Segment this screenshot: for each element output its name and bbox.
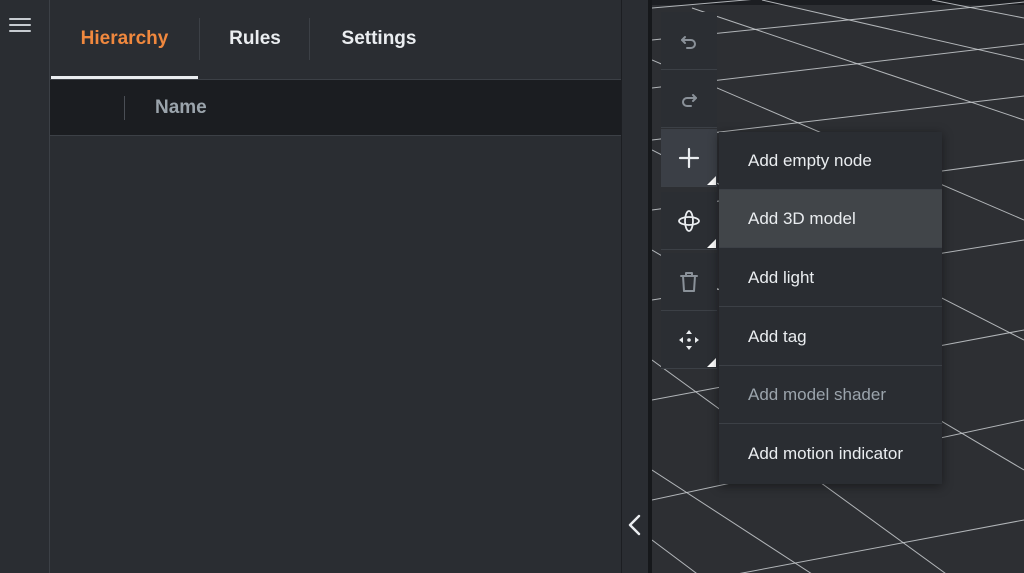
dropdown-corner-indicator bbox=[707, 176, 716, 185]
dropdown-corner-indicator bbox=[707, 239, 716, 248]
undo-button[interactable] bbox=[661, 12, 717, 70]
collapse-panel-button[interactable] bbox=[624, 508, 646, 542]
delete-icon bbox=[680, 272, 698, 292]
redo-button[interactable] bbox=[661, 70, 717, 128]
tab-rules[interactable]: Rules bbox=[200, 0, 310, 80]
menu-item-add-motion-indicator[interactable]: Add motion indicator bbox=[719, 425, 942, 483]
hierarchy-table-body bbox=[50, 137, 621, 573]
chevron-left-icon bbox=[628, 514, 641, 536]
menu-item-add-empty-node[interactable]: Add empty node bbox=[719, 132, 942, 190]
menu-item-add-model-shader: Add model shader bbox=[719, 366, 942, 424]
panel-splitter[interactable] bbox=[621, 0, 653, 573]
left-rail bbox=[0, 0, 50, 573]
menu-item-add-tag[interactable]: Add tag bbox=[719, 308, 942, 366]
tab-hierarchy[interactable]: Hierarchy bbox=[51, 0, 198, 80]
viewport-toolbar bbox=[661, 12, 717, 369]
orbit-camera-button[interactable] bbox=[661, 192, 717, 250]
menu-icon[interactable] bbox=[9, 16, 31, 34]
undo-icon bbox=[681, 36, 696, 49]
scene-composer: Hierarchy Rules Settings Name Add empty … bbox=[0, 0, 1024, 573]
delete-button[interactable] bbox=[661, 253, 717, 311]
hierarchy-table-header: Name bbox=[50, 80, 621, 136]
add-object-button[interactable] bbox=[661, 129, 717, 187]
menu-item-add-3d-model[interactable]: Add 3D model bbox=[719, 190, 942, 248]
move-icon bbox=[679, 330, 699, 350]
add-icon bbox=[678, 147, 700, 169]
menu-item-add-light[interactable]: Add light bbox=[719, 249, 942, 307]
dropdown-corner-indicator bbox=[707, 358, 716, 367]
transform-button[interactable] bbox=[661, 311, 717, 369]
column-header-name[interactable]: Name bbox=[155, 80, 207, 136]
panel-tabs: Hierarchy Rules Settings bbox=[50, 0, 621, 80]
redo-icon bbox=[682, 94, 697, 107]
hierarchy-panel: Hierarchy Rules Settings Name bbox=[50, 0, 621, 573]
orbit-icon bbox=[678, 210, 700, 232]
column-divider bbox=[124, 96, 125, 120]
tab-settings[interactable]: Settings bbox=[310, 0, 448, 80]
add-object-menu: Add empty node Add 3D model Add light Ad… bbox=[719, 132, 942, 484]
